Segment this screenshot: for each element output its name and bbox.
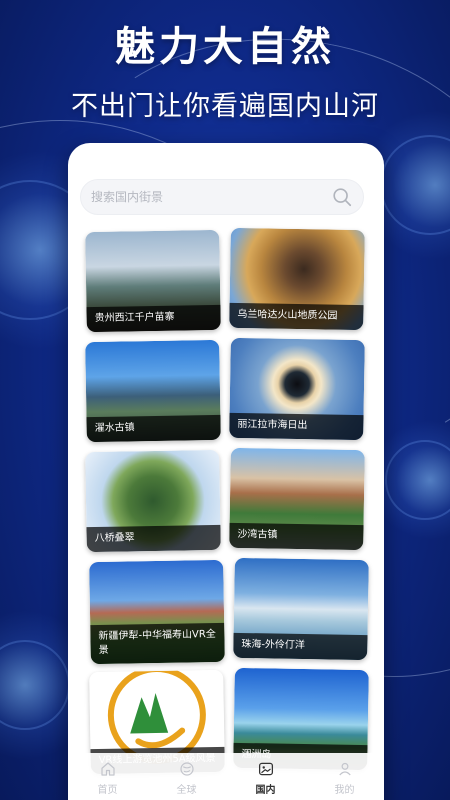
card-title: 丽江拉市海日出 <box>229 412 364 441</box>
card-title: 新疆伊犁-中华福寿山VR全景 <box>90 622 225 665</box>
card-title: 贵州西江千户苗寨 <box>86 304 221 333</box>
tab-label: 首页 <box>97 785 118 796</box>
tab-home[interactable]: 首页 <box>68 753 147 800</box>
search-bar[interactable] <box>80 179 364 215</box>
image-icon <box>258 762 273 776</box>
scenic-card[interactable]: 珠海-外伶仃洋 <box>233 557 369 661</box>
bottom-tabbar: 首页 全球 国内 我的 <box>68 753 384 800</box>
tab-label: 我的 <box>334 785 355 796</box>
globe-icon <box>179 762 194 776</box>
scenic-card[interactable]: 沙湾古镇 <box>229 447 365 551</box>
tab-mine[interactable]: 我的 <box>305 753 384 800</box>
scenic-card[interactable]: 八桥叠翠 <box>85 449 221 553</box>
card-title: 八桥叠翠 <box>86 524 221 553</box>
tab-label: 全球 <box>176 785 197 796</box>
phone-screen: 贵州西江千户苗寨 乌兰哈达火山地质公园 濯水古镇 丽江拉市海日出 八桥叠翠 沙湾… <box>68 143 384 800</box>
scenic-card[interactable]: 新疆伊犁-中华福寿山VR全景 <box>89 559 225 665</box>
tab-global[interactable]: 全球 <box>147 753 226 800</box>
promo-subline: 不出门让你看遍国内山河 <box>71 91 379 122</box>
home-icon <box>100 762 115 776</box>
scenic-card[interactable]: 贵州西江千户苗寨 <box>85 229 221 333</box>
card-title: 濯水古镇 <box>86 414 221 443</box>
user-icon <box>338 762 351 776</box>
card-title: 珠海-外伶仃洋 <box>233 632 368 661</box>
promo-headline: 魅力大自然 <box>115 24 335 70</box>
scenic-card[interactable]: 丽江拉市海日出 <box>229 337 365 441</box>
card-title: 沙湾古镇 <box>229 522 364 551</box>
scenic-card[interactable]: 濯水古镇 <box>85 339 221 443</box>
tab-domestic[interactable]: 国内 <box>226 753 305 800</box>
scenic-card[interactable]: 乌兰哈达火山地质公园 <box>229 227 365 331</box>
search-icon[interactable] <box>331 186 353 208</box>
tab-label: 国内 <box>255 785 276 796</box>
search-input[interactable] <box>91 190 331 204</box>
card-title: 乌兰哈达火山地质公园 <box>229 302 364 331</box>
